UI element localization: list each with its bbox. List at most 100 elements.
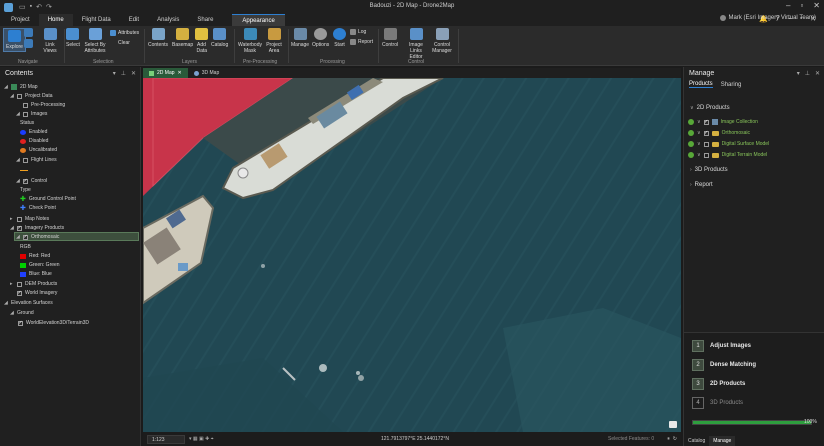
checkbox[interactable] [703, 152, 709, 158]
tab-appearance[interactable]: Appearance [232, 14, 285, 26]
tree-flight-lines[interactable]: ◢ Flight Lines [16, 156, 57, 164]
expand-icon[interactable]: ▸ [10, 216, 14, 222]
open-icon[interactable]: ▭ [19, 3, 26, 11]
tree-imagery-products[interactable]: ◢ ✓ Imagery Products [10, 224, 64, 232]
explore-button[interactable]: Explore [3, 28, 26, 52]
checkbox[interactable]: ✓ [17, 290, 22, 296]
expand-icon[interactable]: ◢ [16, 234, 20, 240]
checkbox[interactable] [703, 141, 709, 147]
checkbox[interactable]: ✓ [23, 234, 28, 240]
tab-2d-map[interactable]: 2D Map ✕ [143, 68, 188, 78]
tree-control[interactable]: ◢ ✓ Control [16, 177, 47, 185]
expand-icon[interactable]: ◢ [10, 225, 14, 231]
control-manager-button[interactable]: Control Manager [430, 28, 454, 54]
close-pane-icon[interactable]: ✕ [131, 70, 136, 77]
scale-field[interactable]: 1:123 [147, 434, 185, 444]
maximize-icon[interactable]: ▫ [800, 1, 803, 10]
pin-icon[interactable]: ⊥ [121, 70, 126, 77]
close-pane-icon[interactable]: ✕ [815, 70, 820, 77]
step-2d-products[interactable]: 3 2D Products [692, 378, 745, 390]
basemap-button[interactable]: Basemap [172, 28, 193, 48]
expand-icon[interactable]: ◢ [10, 310, 14, 316]
log-button[interactable]: Log [350, 29, 366, 35]
section-2d-products[interactable]: ∨ 2D Products [690, 105, 730, 111]
checkbox[interactable] [23, 157, 28, 163]
tree-project-data[interactable]: ◢ Project Data [10, 92, 53, 100]
expand-icon[interactable]: ◢ [16, 111, 20, 117]
map-notification-icon[interactable] [669, 421, 677, 428]
report-button[interactable]: Report [350, 39, 373, 45]
product-orthomosaic[interactable]: ∨ ✓ Orthomosaic [688, 129, 750, 137]
minimize-icon[interactable]: – [786, 1, 790, 10]
tree-orthomosaic[interactable]: ◢ ✓ Orthomosaic [16, 233, 59, 241]
tab-catalog[interactable]: Catalog [684, 436, 709, 446]
pin-icon[interactable]: ⊥ [805, 70, 810, 77]
nav-arrows[interactable] [24, 28, 33, 50]
tree-ground[interactable]: ◢ Ground [10, 309, 34, 317]
start-button[interactable]: Start [333, 28, 346, 48]
tab-sharing[interactable]: Sharing [721, 82, 742, 88]
link-views-button[interactable]: Link Views [40, 28, 60, 54]
tree-pre-processing[interactable]: Pre-Processing [16, 101, 65, 109]
user-account[interactable]: Mark (Esri Imagery Virtual Team) [719, 15, 816, 21]
add-data-button[interactable]: Add Data [195, 28, 208, 54]
tree-terrain[interactable]: ✓ WorldElevation3D/Terrain3D [18, 319, 89, 327]
checkbox[interactable]: ✓ [17, 225, 22, 231]
catalog-button[interactable]: Catalog [211, 28, 228, 48]
tab-analysis[interactable]: Analysis [148, 14, 188, 26]
checkbox[interactable] [17, 281, 22, 287]
waterbody-mask-button[interactable]: Waterbody Mask [236, 28, 264, 54]
pane-menu-icon[interactable]: ▾ [797, 70, 800, 77]
redo-icon[interactable]: ↷ [46, 3, 52, 11]
pause-drawing-icon[interactable]: ⏸ [667, 436, 670, 442]
scale-tools-icons[interactable]: ▾ ▦ ▣ ✚ ⌖ [189, 436, 214, 442]
tree-dem-products[interactable]: ▸ DEM Products [10, 280, 57, 288]
checkbox[interactable]: ✓ [18, 320, 23, 326]
checkbox[interactable] [17, 216, 22, 222]
tab-3d-map[interactable]: 3D Map [188, 68, 226, 78]
checkbox[interactable]: ✓ [703, 130, 709, 136]
control-button[interactable]: Control [382, 28, 398, 48]
pane-menu-icon[interactable]: ▾ [113, 70, 116, 77]
expand-icon[interactable]: ◢ [10, 93, 14, 99]
tree-world-imagery[interactable]: ✓ World Imagery [10, 289, 57, 297]
product-dsm[interactable]: ∨ Digital Surface Model [688, 140, 769, 148]
expand-icon[interactable]: ◢ [4, 84, 8, 90]
expand-icon[interactable]: ◢ [4, 300, 8, 306]
checkbox[interactable]: ✓ [23, 178, 28, 184]
tree-2d-map[interactable]: ◢ 2D Map [4, 83, 38, 91]
attributes-button[interactable]: Attributes [110, 30, 139, 36]
step-3d-products[interactable]: 4 3D Products [692, 397, 743, 409]
checkbox[interactable]: ✓ [703, 119, 709, 125]
checkbox[interactable] [23, 111, 28, 117]
product-dtm[interactable]: ∨ Digital Terrain Model [688, 151, 767, 159]
tab-products[interactable]: Products [689, 81, 713, 88]
section-report[interactable]: › Report [690, 182, 713, 188]
clear-button[interactable]: Clear [118, 40, 130, 46]
manage-button[interactable]: Manage [291, 28, 309, 48]
close-tab-icon[interactable]: ✕ [178, 68, 182, 78]
refresh-icon[interactable]: ↻ [673, 436, 677, 442]
expand-icon[interactable]: ◢ [16, 157, 20, 163]
select-button[interactable]: Select [66, 28, 80, 48]
save-icon[interactable]: ▪ [30, 3, 32, 11]
tree-map-notes[interactable]: ▸ Map Notes [10, 215, 49, 223]
contents-button[interactable]: Contents [148, 28, 168, 48]
expand-icon[interactable]: ▸ [10, 281, 14, 287]
project-area-button[interactable]: Project Area [264, 28, 284, 54]
checkbox[interactable] [23, 102, 28, 108]
map-canvas[interactable] [143, 78, 681, 432]
options-button[interactable]: Options [312, 28, 329, 48]
close-icon[interactable]: ✕ [813, 1, 820, 10]
product-image-collection[interactable]: ∨ ✓ Image Collection [688, 118, 758, 126]
checkbox[interactable] [17, 93, 22, 99]
tab-edit[interactable]: Edit [120, 14, 148, 26]
step-dense-matching[interactable]: 2 Dense Matching [692, 359, 756, 371]
undo-icon[interactable]: ↶ [36, 3, 42, 11]
tree-images[interactable]: ◢ Images [16, 110, 47, 118]
tab-flight-data[interactable]: Flight Data [73, 14, 120, 26]
expand-icon[interactable]: ◢ [16, 178, 20, 184]
step-adjust-images[interactable]: 1 Adjust Images [692, 340, 751, 352]
select-by-attributes-button[interactable]: Select By Attributes [82, 28, 108, 54]
tab-manage[interactable]: Manage [709, 436, 736, 446]
